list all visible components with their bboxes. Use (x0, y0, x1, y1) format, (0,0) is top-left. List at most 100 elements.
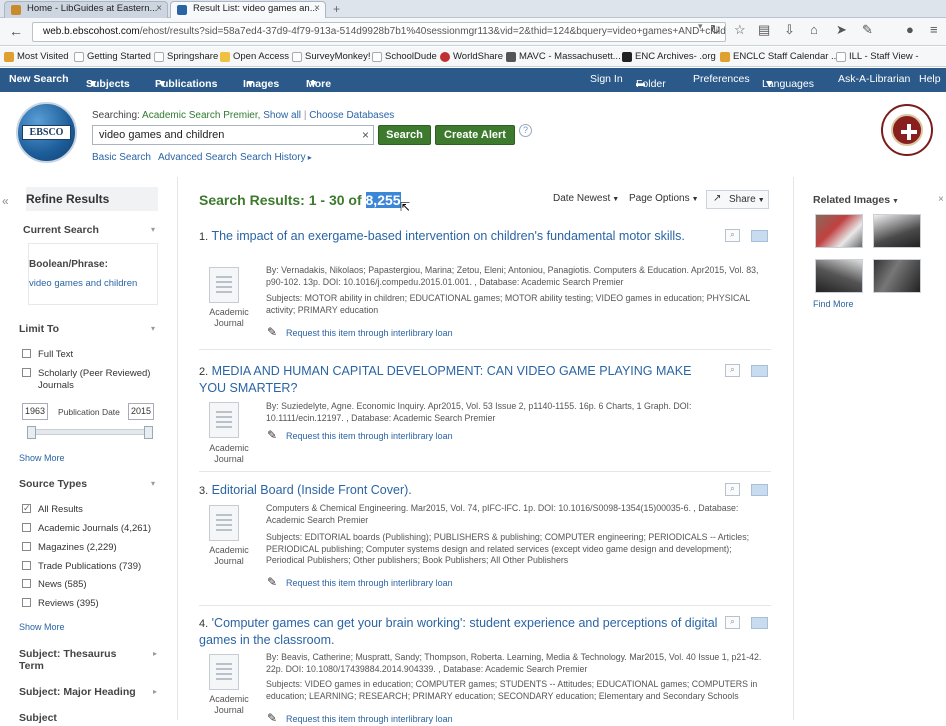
bookmark-item[interactable]: Getting Started (74, 51, 151, 62)
chevron-down-icon[interactable]: ▾ (151, 479, 155, 488)
preview-magnifier-icon[interactable]: ⌕ (725, 229, 740, 242)
help-icon[interactable]: ? (519, 124, 532, 137)
home-icon[interactable]: ⌂ (810, 22, 818, 37)
source-type-checkbox[interactable]: News (585) (22, 579, 87, 591)
page-options-dropdown[interactable]: Page Options ▼ (629, 193, 699, 204)
bookmarks-bar: Most Visited Getting Started Springshare… (0, 47, 946, 67)
preferences-link[interactable]: Preferences (693, 73, 750, 85)
result-title[interactable]: 2. MEDIA AND HUMAN CAPITAL DEVELOPMENT: … (199, 364, 719, 396)
boolean-phrase-value[interactable]: video games and children (29, 278, 137, 289)
menu-icon[interactable]: ≡ (930, 22, 938, 37)
reload-icon[interactable]: ↻ (710, 22, 721, 38)
preview-magnifier-icon[interactable]: ⌕ (725, 483, 740, 496)
year-from-input[interactable]: 1963 (22, 403, 48, 420)
choose-databases-link[interactable]: Choose Databases (309, 110, 394, 121)
slider-handle-left[interactable] (27, 426, 36, 439)
show-all-link[interactable]: Show all (263, 110, 301, 121)
add-to-folder-icon[interactable] (751, 484, 768, 496)
dropdown-arrow-icon[interactable]: ▾ (698, 21, 703, 32)
chevron-down-icon[interactable]: ▾ (151, 225, 155, 234)
search-button[interactable]: Search (378, 125, 431, 145)
search-input[interactable]: video games and children × (92, 125, 374, 145)
result-title[interactable]: 4. 'Computer games can get your brain wo… (199, 616, 719, 648)
chevron-right-icon[interactable]: ▸ (153, 649, 157, 658)
close-tab-icon[interactable]: × (156, 3, 162, 14)
result-item: 1. The impact of an exergame-based inter… (199, 229, 771, 350)
bookmark-item[interactable]: Most Visited (4, 51, 69, 62)
bookmark-item[interactable]: WorldShare (440, 51, 503, 62)
chat-icon[interactable]: ● (906, 22, 914, 37)
reading-list-icon[interactable]: ▤ (758, 22, 770, 38)
bookmark-star-icon[interactable]: ☆ (734, 22, 746, 38)
bookmark-item[interactable]: ENC Archives- .org (622, 51, 716, 62)
show-more-link[interactable]: Show More (19, 622, 65, 632)
close-tab-icon[interactable]: × (314, 3, 320, 14)
new-search-link[interactable]: New Search (9, 73, 69, 85)
full-text-checkbox[interactable]: Full Text (22, 349, 73, 361)
bookmark-item[interactable]: MAVC - Massachusett... (506, 51, 621, 62)
preview-magnifier-icon[interactable]: ⌕ (725, 616, 740, 629)
related-image-thumbnail[interactable] (815, 259, 863, 293)
address-bar[interactable]: web.b.ebscohost.com/ehost/results?sid=58… (32, 22, 726, 42)
result-title[interactable]: 3. Editorial Board (Inside Front Cover). (199, 483, 719, 500)
browser-tab-libguides[interactable]: Home - LibGuides at Eastern... × (4, 1, 168, 18)
slider-handle-right[interactable] (144, 426, 153, 439)
tools-icon[interactable]: ✎ (862, 22, 873, 38)
show-more-link[interactable]: Show More (19, 453, 65, 463)
bookmark-item[interactable]: Springshare (154, 51, 218, 62)
sort-dropdown[interactable]: Date Newest ▼ (553, 193, 619, 204)
interlibrary-loan-link[interactable]: Request this item through interlibrary l… (267, 325, 453, 339)
date-range-slider[interactable] (27, 426, 153, 439)
source-type-checkbox[interactable]: All Results (22, 502, 83, 516)
chevron-down-icon[interactable]: ▾ (151, 324, 155, 333)
find-more-link[interactable]: Find More (813, 299, 854, 309)
ask-a-librarian-link[interactable]: Ask-A-Librarian (838, 73, 910, 85)
result-item: 4. 'Computer games can get your brain wo… (199, 616, 771, 726)
chevron-right-icon[interactable]: ▸ (153, 687, 157, 696)
bookmark-item[interactable]: SchoolDude (372, 51, 437, 62)
publication-type-label: Academic Journal (209, 307, 249, 328)
related-image-thumbnail[interactable] (815, 214, 863, 248)
interlibrary-loan-link[interactable]: Request this item through interlibrary l… (267, 711, 453, 725)
basic-search-link[interactable]: Basic Search (92, 152, 151, 163)
collapse-sidebar-icon[interactable]: « (2, 194, 9, 208)
create-alert-button[interactable]: Create Alert (435, 125, 515, 145)
source-type-checkbox[interactable]: Magazines (2,229) (22, 542, 117, 554)
back-arrow-icon[interactable]: ← (9, 23, 23, 39)
source-type-checkbox[interactable]: Reviews (395) (22, 598, 99, 610)
browser-tab-results[interactable]: Result List: video games an... × (170, 1, 326, 18)
sign-in-link[interactable]: Sign In (590, 73, 623, 85)
preview-magnifier-icon[interactable]: ⌕ (725, 364, 740, 377)
add-to-folder-icon[interactable] (751, 365, 768, 377)
publication-type-label: Academic Journal (209, 545, 249, 566)
ebsco-logo[interactable]: EBSCO (16, 102, 77, 163)
institution-crest-logo[interactable] (881, 104, 933, 156)
add-to-folder-icon[interactable] (751, 617, 768, 629)
related-image-thumbnail[interactable] (873, 214, 921, 248)
bookmark-item[interactable]: ILL - Staff View - (836, 51, 919, 62)
clear-search-icon[interactable]: × (362, 128, 369, 142)
publication-date-label: Publication Date (58, 407, 120, 417)
result-title[interactable]: 1. The impact of an exergame-based inter… (199, 229, 719, 246)
bookmark-item[interactable]: Open Access (220, 51, 289, 62)
interlibrary-loan-link[interactable]: Request this item through interlibrary l… (267, 575, 453, 589)
source-type-checkbox[interactable]: Trade Publications (739) (22, 561, 141, 573)
ebsco-favicon-icon (177, 5, 187, 15)
download-icon[interactable]: ⇩ (784, 22, 795, 38)
year-to-input[interactable]: 2015 (128, 403, 154, 420)
scholarly-checkbox[interactable]: Scholarly (Peer Reviewed) Journals (22, 368, 152, 392)
search-history-link[interactable]: Search History ▸ (240, 152, 312, 163)
interlibrary-loan-link[interactable]: Request this item through interlibrary l… (267, 428, 453, 442)
bookmark-item[interactable]: ENCLC Staff Calendar ... (720, 51, 839, 62)
help-link[interactable]: Help (919, 73, 941, 85)
share-button[interactable]: ↗ Share ▼ (706, 190, 769, 209)
result-actions: ⌕ (725, 364, 771, 378)
send-icon[interactable]: ➤ (836, 22, 847, 38)
add-to-folder-icon[interactable] (751, 230, 768, 242)
bookmark-item[interactable]: SurveyMonkey! (292, 51, 370, 62)
advanced-search-link[interactable]: Advanced Search (158, 152, 237, 163)
related-image-thumbnail[interactable] (873, 259, 921, 293)
source-type-checkbox[interactable]: Academic Journals (4,261) (22, 523, 151, 535)
new-tab-icon[interactable]: + (333, 2, 340, 16)
collapse-panel-icon[interactable]: × (938, 194, 944, 205)
